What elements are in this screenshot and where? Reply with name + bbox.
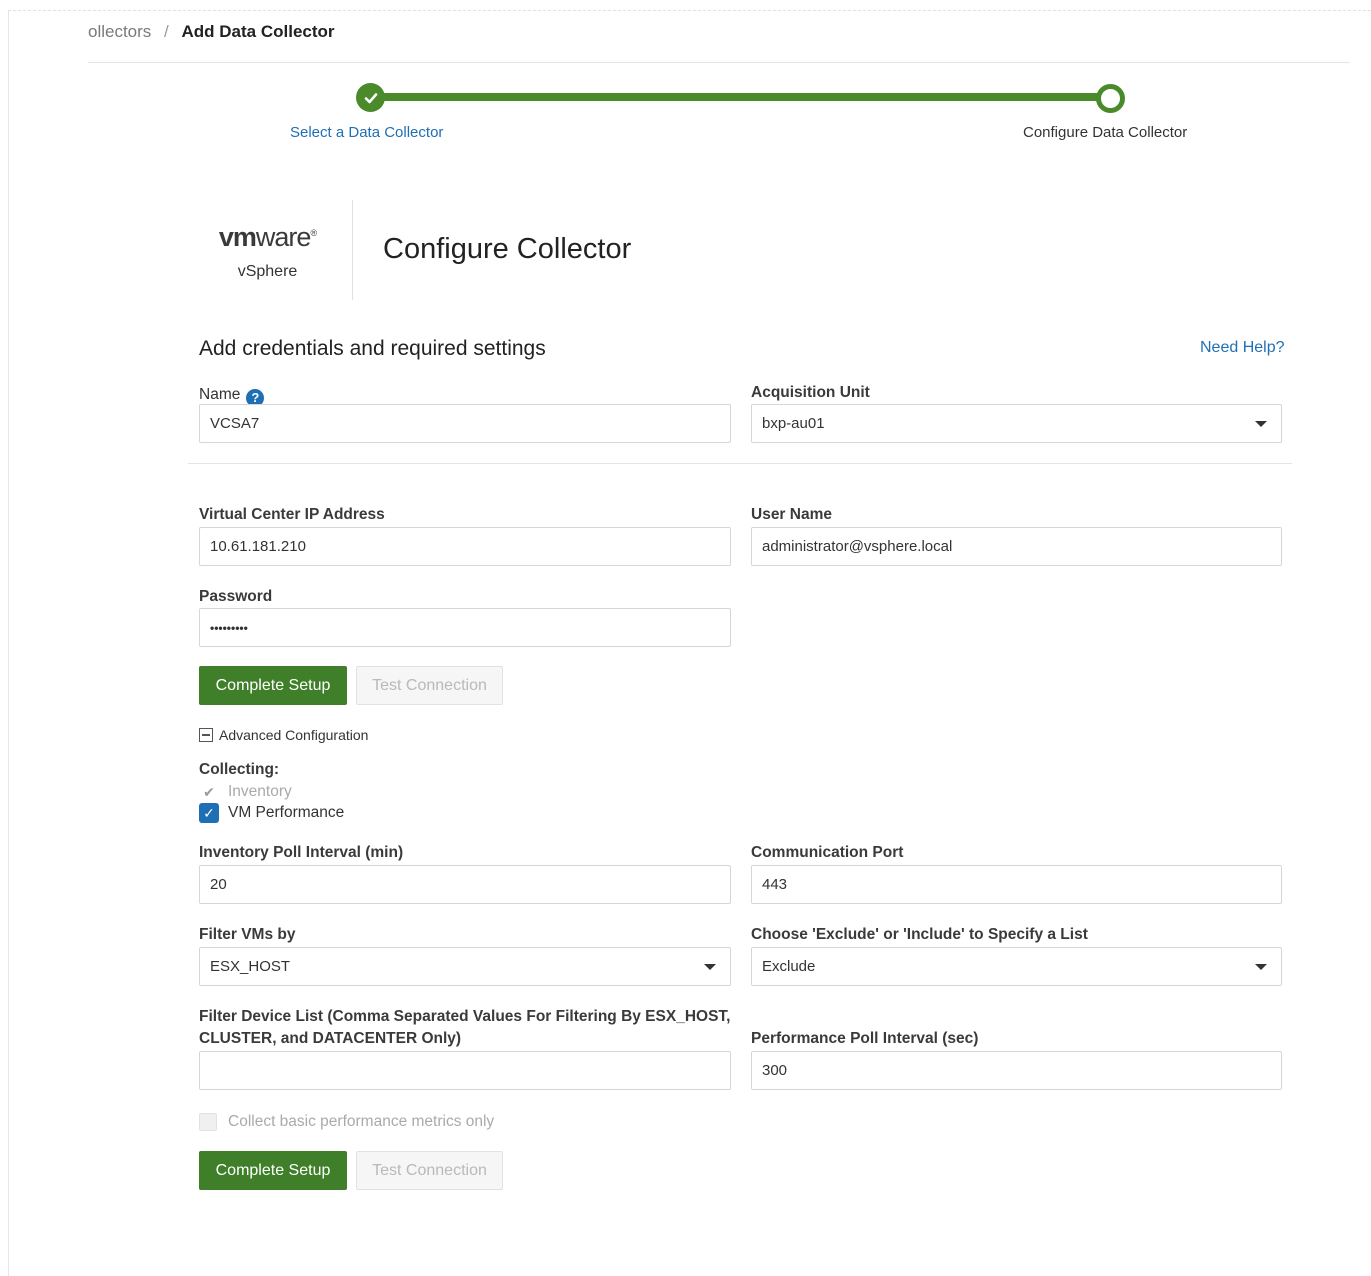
step-select-data-collector[interactable]: Select a Data Collector xyxy=(290,124,443,141)
collector-logo-block: vmware® vSphere xyxy=(200,222,335,281)
communication-port-input[interactable]: 443 xyxy=(751,865,1282,904)
basic-metrics-checkbox-row[interactable]: Collect basic performance metrics only xyxy=(199,1113,494,1131)
logo-divider xyxy=(352,200,353,300)
collapse-icon xyxy=(199,728,213,742)
chevron-down-icon xyxy=(704,964,716,970)
advanced-configuration-toggle[interactable]: Advanced Configuration xyxy=(199,727,368,743)
complete-setup-button-bottom[interactable]: Complete Setup xyxy=(199,1151,347,1190)
user-name-label: User Name xyxy=(751,506,832,523)
password-input[interactable]: ••••••••• xyxy=(199,608,731,647)
need-help-link[interactable]: Need Help? xyxy=(1200,339,1285,357)
password-label: Password xyxy=(199,588,273,605)
breadcrumb: ollectors / Add Data Collector xyxy=(88,22,335,42)
acquisition-unit-select[interactable]: bxp-au01 xyxy=(751,404,1282,443)
checkbox-disabled-icon[interactable] xyxy=(199,1113,217,1131)
vmware-logo: vmware® xyxy=(218,222,317,252)
filter-device-list-label-line2: CLUSTER, and DATACENTER Only) xyxy=(199,1030,462,1047)
vm-performance-checkbox-row[interactable]: ✓ VM Performance xyxy=(199,803,344,823)
vc-ip-input[interactable]: 10.61.181.210 xyxy=(199,527,731,566)
user-name-input[interactable]: administrator@vsphere.local xyxy=(751,527,1282,566)
step-configure-data-collector: Configure Data Collector xyxy=(1023,124,1188,141)
exclude-include-label: Choose 'Exclude' or 'Include' to Specify… xyxy=(751,926,1088,943)
performance-poll-input[interactable]: 300 xyxy=(751,1051,1282,1090)
filter-vms-select[interactable]: ESX_HOST xyxy=(199,947,731,986)
vc-ip-label: Virtual Center IP Address xyxy=(199,506,385,523)
filter-vms-label: Filter VMs by xyxy=(199,926,296,943)
test-connection-button-bottom[interactable]: Test Connection xyxy=(356,1151,503,1190)
acquisition-unit-label: Acquisition Unit xyxy=(751,384,870,401)
step-completed-check-icon xyxy=(356,83,385,112)
inventory-poll-input[interactable]: 20 xyxy=(199,865,731,904)
chevron-down-icon xyxy=(1255,964,1267,970)
performance-poll-label: Performance Poll Interval (sec) xyxy=(751,1030,979,1047)
filter-device-list-label-line1: Filter Device List (Comma Separated Valu… xyxy=(199,1008,731,1025)
section-divider xyxy=(188,463,1292,464)
step-current-circle-icon xyxy=(1096,84,1125,113)
communication-port-label: Communication Port xyxy=(751,844,904,861)
breadcrumb-current: Add Data Collector xyxy=(181,22,335,41)
check-icon: ✔ xyxy=(203,783,215,800)
test-connection-button[interactable]: Test Connection xyxy=(356,666,503,705)
checkbox-checked-icon[interactable]: ✓ xyxy=(199,803,219,823)
section-title: Add credentials and required settings xyxy=(199,337,546,360)
name-input[interactable]: VCSA7 xyxy=(199,404,731,443)
page-title: Configure Collector xyxy=(383,233,632,265)
exclude-include-select[interactable]: Exclude xyxy=(751,947,1282,986)
stepper-progress-line xyxy=(370,93,1110,101)
inventory-poll-label: Inventory Poll Interval (min) xyxy=(199,844,404,861)
header-divider xyxy=(88,62,1350,63)
complete-setup-button[interactable]: Complete Setup xyxy=(199,666,347,705)
filter-device-list-input[interactable] xyxy=(199,1051,731,1090)
inventory-checkbox-row: ✔ Inventory xyxy=(199,783,292,801)
breadcrumb-link-collectors[interactable]: ollectors xyxy=(88,22,151,41)
collector-product-name: vSphere xyxy=(237,263,298,280)
chevron-down-icon xyxy=(1255,421,1267,427)
breadcrumb-separator: / xyxy=(164,22,169,41)
collecting-label: Collecting: xyxy=(199,761,280,778)
